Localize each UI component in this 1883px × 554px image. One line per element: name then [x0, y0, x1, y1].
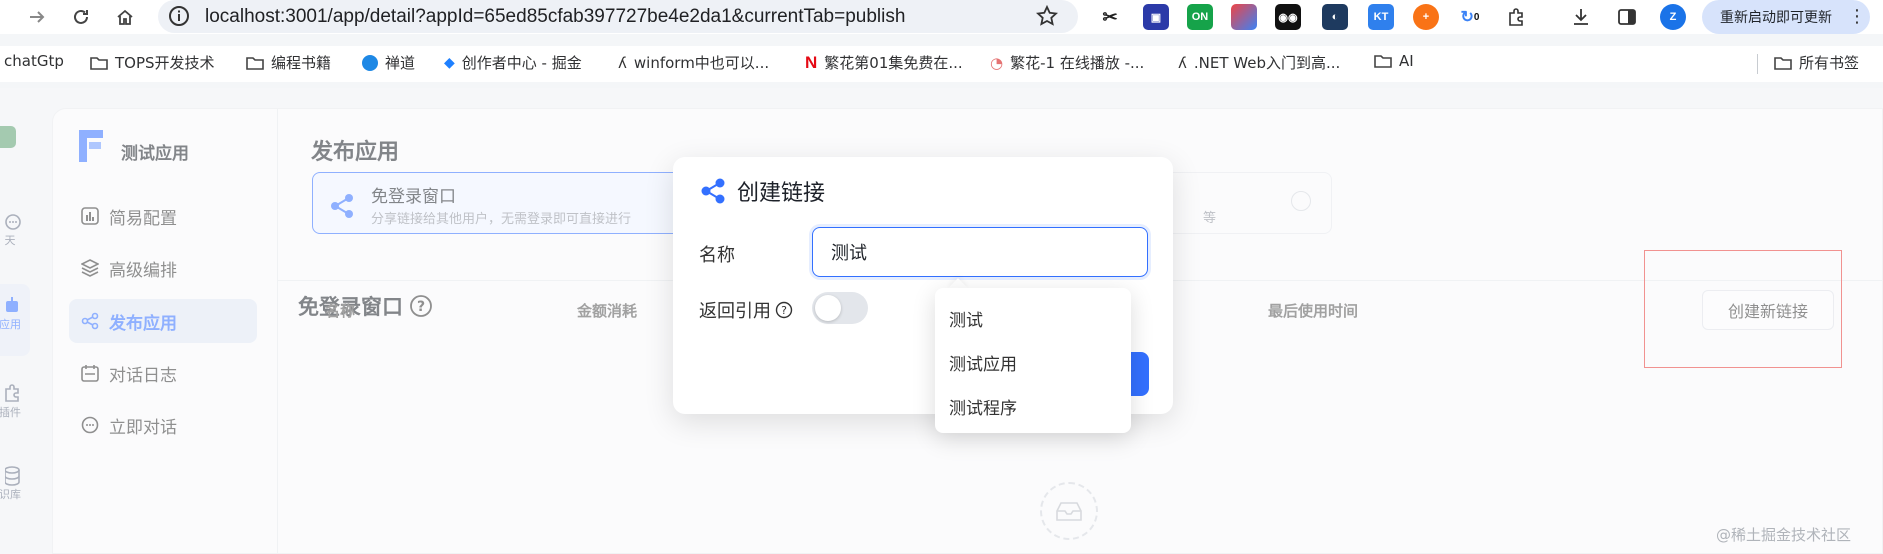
- bookmark-star-icon[interactable]: [1035, 4, 1059, 31]
- restart-update-button[interactable]: 重新启动即可更新: [1702, 0, 1870, 34]
- juejin-icon: ◆: [444, 54, 455, 71]
- bookmark-juejin[interactable]: ◆ 创作者中心 - 掘金: [444, 52, 582, 73]
- folder-icon: [1374, 55, 1392, 68]
- extension-camera-icon[interactable]: ◐: [1322, 4, 1348, 30]
- yuque-icon: ʎ: [618, 53, 627, 72]
- download-icon[interactable]: [1568, 4, 1594, 30]
- extension-game-icon[interactable]: ▣: [1143, 4, 1169, 30]
- reload-icon[interactable]: [68, 4, 94, 30]
- modal-title: 创建链接: [737, 181, 826, 206]
- folder-icon: [90, 56, 108, 70]
- autocomplete-option[interactable]: 测试程序: [935, 384, 1131, 428]
- scissors-icon[interactable]: ✂: [1097, 4, 1123, 30]
- return-ref-label: 返回引用 ?: [699, 297, 793, 323]
- netflix-icon: N: [805, 52, 818, 72]
- forward-icon[interactable]: [24, 4, 50, 30]
- more-menu-icon[interactable]: ⋮: [1848, 6, 1866, 27]
- folder-icon: [1774, 56, 1792, 70]
- side-panel-icon[interactable]: [1614, 4, 1640, 30]
- bookmark-ai[interactable]: AI: [1374, 52, 1414, 70]
- bookmark-zentao[interactable]: 禅道: [362, 52, 415, 73]
- video-icon: ◔: [990, 53, 1004, 72]
- bookmark-chatgtp[interactable]: chatGtp: [4, 52, 64, 70]
- extension-sync-icon[interactable]: ↻ 0: [1457, 4, 1483, 30]
- yuque-icon: ʎ: [1178, 53, 1187, 72]
- extensions-puzzle-icon[interactable]: [1503, 4, 1529, 30]
- svg-text:?: ?: [781, 304, 787, 317]
- bookmark-fanhua-1[interactable]: ◔ 繁花-1 在线播放 -...: [990, 52, 1144, 73]
- extension-kt-icon[interactable]: KT: [1368, 4, 1394, 30]
- bookmark-winform[interactable]: ʎ winform中也可以...: [618, 52, 769, 73]
- bookmark-tops[interactable]: TOPS开发技术: [90, 52, 215, 73]
- bookmarks-divider: [1757, 54, 1758, 74]
- url-text[interactable]: localhost:3001/app/detail?appId=65ed85cf…: [205, 6, 905, 28]
- extension-glasses-icon[interactable]: ◉◉: [1275, 4, 1301, 30]
- autocomplete-dropdown: 测试 测试应用 测试程序: [935, 288, 1131, 433]
- toggle-knob: [815, 295, 841, 321]
- help-icon[interactable]: ?: [775, 301, 793, 319]
- name-input[interactable]: 测试: [812, 227, 1148, 277]
- extension-plus-icon[interactable]: +: [1413, 4, 1439, 30]
- share-icon: [701, 178, 725, 204]
- bookmarks-bar: chatGtp TOPS开发技术 编程书籍 禅道 ◆ 创作者中心 - 掘金 ʎ …: [0, 46, 1883, 82]
- bookmark-books[interactable]: 编程书籍: [246, 52, 331, 73]
- autocomplete-option[interactable]: 测试应用: [935, 340, 1131, 384]
- watermark: @稀土掘金技术社区: [1716, 526, 1852, 544]
- name-field-label: 名称: [699, 245, 735, 266]
- zentao-icon: [362, 54, 378, 71]
- home-icon[interactable]: [112, 4, 138, 30]
- site-info-icon[interactable]: [168, 5, 190, 31]
- autocomplete-option[interactable]: 测试: [935, 296, 1131, 340]
- bookmark-fanhua-01[interactable]: N 繁花第01集免费在...: [805, 52, 963, 73]
- bookmark-dotnet[interactable]: ʎ .NET Web入门到高...: [1178, 52, 1340, 73]
- folder-icon: [246, 56, 264, 70]
- all-bookmarks[interactable]: 所有书签: [1774, 52, 1859, 73]
- profile-avatar[interactable]: Z: [1660, 4, 1686, 30]
- extension-on-icon[interactable]: ON: [1187, 4, 1213, 30]
- extension-color-icon[interactable]: [1231, 4, 1257, 30]
- browser-toolbar: localhost:3001/app/detail?appId=65ed85cf…: [0, 0, 1883, 34]
- return-ref-toggle[interactable]: [812, 292, 868, 324]
